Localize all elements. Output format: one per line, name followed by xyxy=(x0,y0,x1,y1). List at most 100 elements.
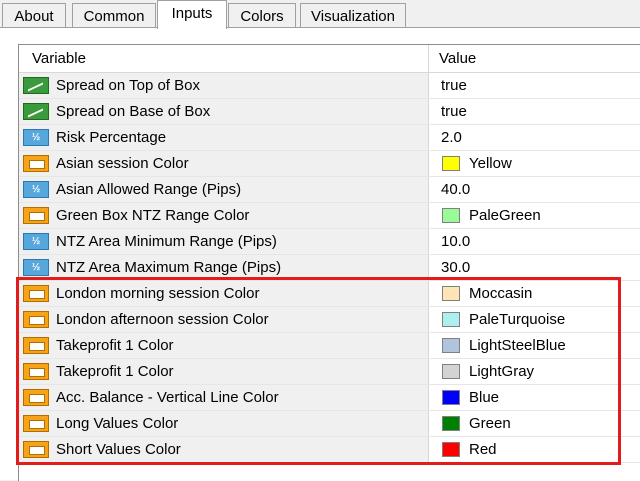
value-cell[interactable]: true xyxy=(429,99,640,124)
color-icon xyxy=(23,155,49,172)
tab-inputs-label: Inputs xyxy=(171,5,213,22)
table-row[interactable]: Short Values Color Red xyxy=(19,437,640,463)
color-swatch xyxy=(442,416,460,431)
tab-common[interactable]: Common xyxy=(72,3,156,27)
variable-name: Takeprofit 1 Color xyxy=(56,363,174,380)
variable-cell[interactable]: Long Values Color xyxy=(19,411,429,436)
table-row[interactable]: ½ NTZ Area Maximum Range (Pips) 30.0 xyxy=(19,255,640,281)
variable-cell[interactable]: ½ NTZ Area Maximum Range (Pips) xyxy=(19,255,429,280)
value-cell[interactable]: PaleGreen xyxy=(429,203,640,228)
variable-cell[interactable]: London morning session Color xyxy=(19,281,429,306)
number-icon: ½ xyxy=(23,129,49,146)
table-row[interactable]: Asian session Color Yellow xyxy=(19,151,640,177)
variable-name: Risk Percentage xyxy=(56,129,167,146)
value-cell[interactable]: Blue xyxy=(429,385,640,410)
column-separator[interactable] xyxy=(428,45,429,72)
color-icon xyxy=(23,389,49,406)
table-row[interactable]: Long Values Color Green xyxy=(19,411,640,437)
variable-cell[interactable]: Acc. Balance - Vertical Line Color xyxy=(19,385,429,410)
value-text: Blue xyxy=(469,389,500,406)
tab-colors[interactable]: Colors xyxy=(228,3,296,27)
tab-inputs[interactable]: Inputs xyxy=(157,0,227,29)
variable-cell[interactable]: Spread on Top of Box xyxy=(19,73,429,98)
value-text: PaleTurquoise xyxy=(469,311,566,328)
variable-cell[interactable]: Green Box NTZ Range Color xyxy=(19,203,429,228)
table-row[interactable]: Spread on Base of Box true xyxy=(19,99,640,125)
list-header: Variable Value xyxy=(19,45,640,73)
column-header-value[interactable]: Value xyxy=(439,50,476,67)
variable-cell[interactable]: Short Values Color xyxy=(19,437,429,462)
value-cell[interactable]: LightSteelBlue xyxy=(429,333,640,358)
value-text: LightGray xyxy=(469,363,535,380)
variable-cell[interactable]: Takeprofit 1 Color xyxy=(19,333,429,358)
color-swatch xyxy=(442,156,460,171)
variable-cell[interactable]: ½ NTZ Area Minimum Range (Pips) xyxy=(19,229,429,254)
number-icon: ½ xyxy=(23,181,49,198)
variable-name: Takeprofit 1 Color xyxy=(56,337,174,354)
bool-icon xyxy=(23,103,49,120)
color-swatch xyxy=(442,364,460,379)
table-row[interactable]: Spread on Top of Box true xyxy=(19,73,640,99)
tab-strip: About Common Inputs Colors Visualization xyxy=(0,0,640,29)
variable-cell[interactable]: Spread on Base of Box xyxy=(19,99,429,124)
variable-name: London morning session Color xyxy=(56,285,260,302)
variable-cell[interactable]: ½ Asian Allowed Range (Pips) xyxy=(19,177,429,202)
table-row[interactable]: Acc. Balance - Vertical Line Color Blue xyxy=(19,385,640,411)
tab-visualization-label: Visualization xyxy=(311,8,395,25)
value-cell[interactable]: 2.0 xyxy=(429,125,640,150)
color-icon xyxy=(23,285,49,302)
variable-cell[interactable]: Asian session Color xyxy=(19,151,429,176)
color-icon xyxy=(23,441,49,458)
variable-name: London afternoon session Color xyxy=(56,311,269,328)
color-swatch xyxy=(442,442,460,457)
value-cell[interactable]: 30.0 xyxy=(429,255,640,280)
value-text: LightSteelBlue xyxy=(469,337,566,354)
value-cell[interactable]: true xyxy=(429,73,640,98)
tab-about[interactable]: About xyxy=(2,3,66,27)
inputs-panel: Variable Value Spread on Top of Box true S… xyxy=(0,28,640,481)
color-swatch xyxy=(442,338,460,353)
variable-name: Green Box NTZ Range Color xyxy=(56,207,250,224)
variable-cell[interactable]: Takeprofit 1 Color xyxy=(19,359,429,384)
variable-name: Spread on Base of Box xyxy=(56,103,211,120)
value-cell[interactable]: 40.0 xyxy=(429,177,640,202)
table-row[interactable]: London morning session Color Moccasin xyxy=(19,281,640,307)
value-text: true xyxy=(441,77,467,94)
value-text: Yellow xyxy=(469,155,512,172)
variable-name: Spread on Top of Box xyxy=(56,77,200,94)
value-text: PaleGreen xyxy=(469,207,541,224)
tab-visualization[interactable]: Visualization xyxy=(300,3,406,27)
value-text: Red xyxy=(469,441,497,458)
table-row[interactable]: ½ Asian Allowed Range (Pips) 40.0 xyxy=(19,177,640,203)
variable-name: NTZ Area Maximum Range (Pips) xyxy=(56,259,282,276)
value-cell[interactable]: 10.0 xyxy=(429,229,640,254)
value-cell[interactable]: Red xyxy=(429,437,640,462)
color-swatch xyxy=(442,312,460,327)
color-swatch xyxy=(442,286,460,301)
variable-cell[interactable]: London afternoon session Color xyxy=(19,307,429,332)
table-row[interactable]: ½ NTZ Area Minimum Range (Pips) 10.0 xyxy=(19,229,640,255)
number-icon: ½ xyxy=(23,233,49,250)
value-cell[interactable]: Moccasin xyxy=(429,281,640,306)
value-cell[interactable]: PaleTurquoise xyxy=(429,307,640,332)
variable-name: NTZ Area Minimum Range (Pips) xyxy=(56,233,277,250)
tab-about-label: About xyxy=(14,8,54,25)
tab-colors-label: Colors xyxy=(240,8,284,25)
value-cell[interactable]: LightGray xyxy=(429,359,640,384)
color-icon xyxy=(23,415,49,432)
value-cell[interactable]: Green xyxy=(429,411,640,436)
table-row[interactable]: Takeprofit 1 Color LightGray xyxy=(19,359,640,385)
color-icon xyxy=(23,207,49,224)
value-text: 30.0 xyxy=(441,259,471,276)
variable-name: Short Values Color xyxy=(56,441,181,458)
value-cell[interactable]: Yellow xyxy=(429,151,640,176)
variable-name: Long Values Color xyxy=(56,415,179,432)
table-row[interactable]: Takeprofit 1 Color LightSteelBlue xyxy=(19,333,640,359)
table-row[interactable]: Green Box NTZ Range Color PaleGreen xyxy=(19,203,640,229)
variable-cell[interactable]: ½ Risk Percentage xyxy=(19,125,429,150)
column-header-variable[interactable]: Variable xyxy=(32,50,86,67)
color-swatch xyxy=(442,390,460,405)
table-row[interactable]: ½ Risk Percentage 2.0 xyxy=(19,125,640,151)
variable-name: Asian Allowed Range (Pips) xyxy=(56,181,242,198)
table-row[interactable]: London afternoon session Color PaleTurquo… xyxy=(19,307,640,333)
